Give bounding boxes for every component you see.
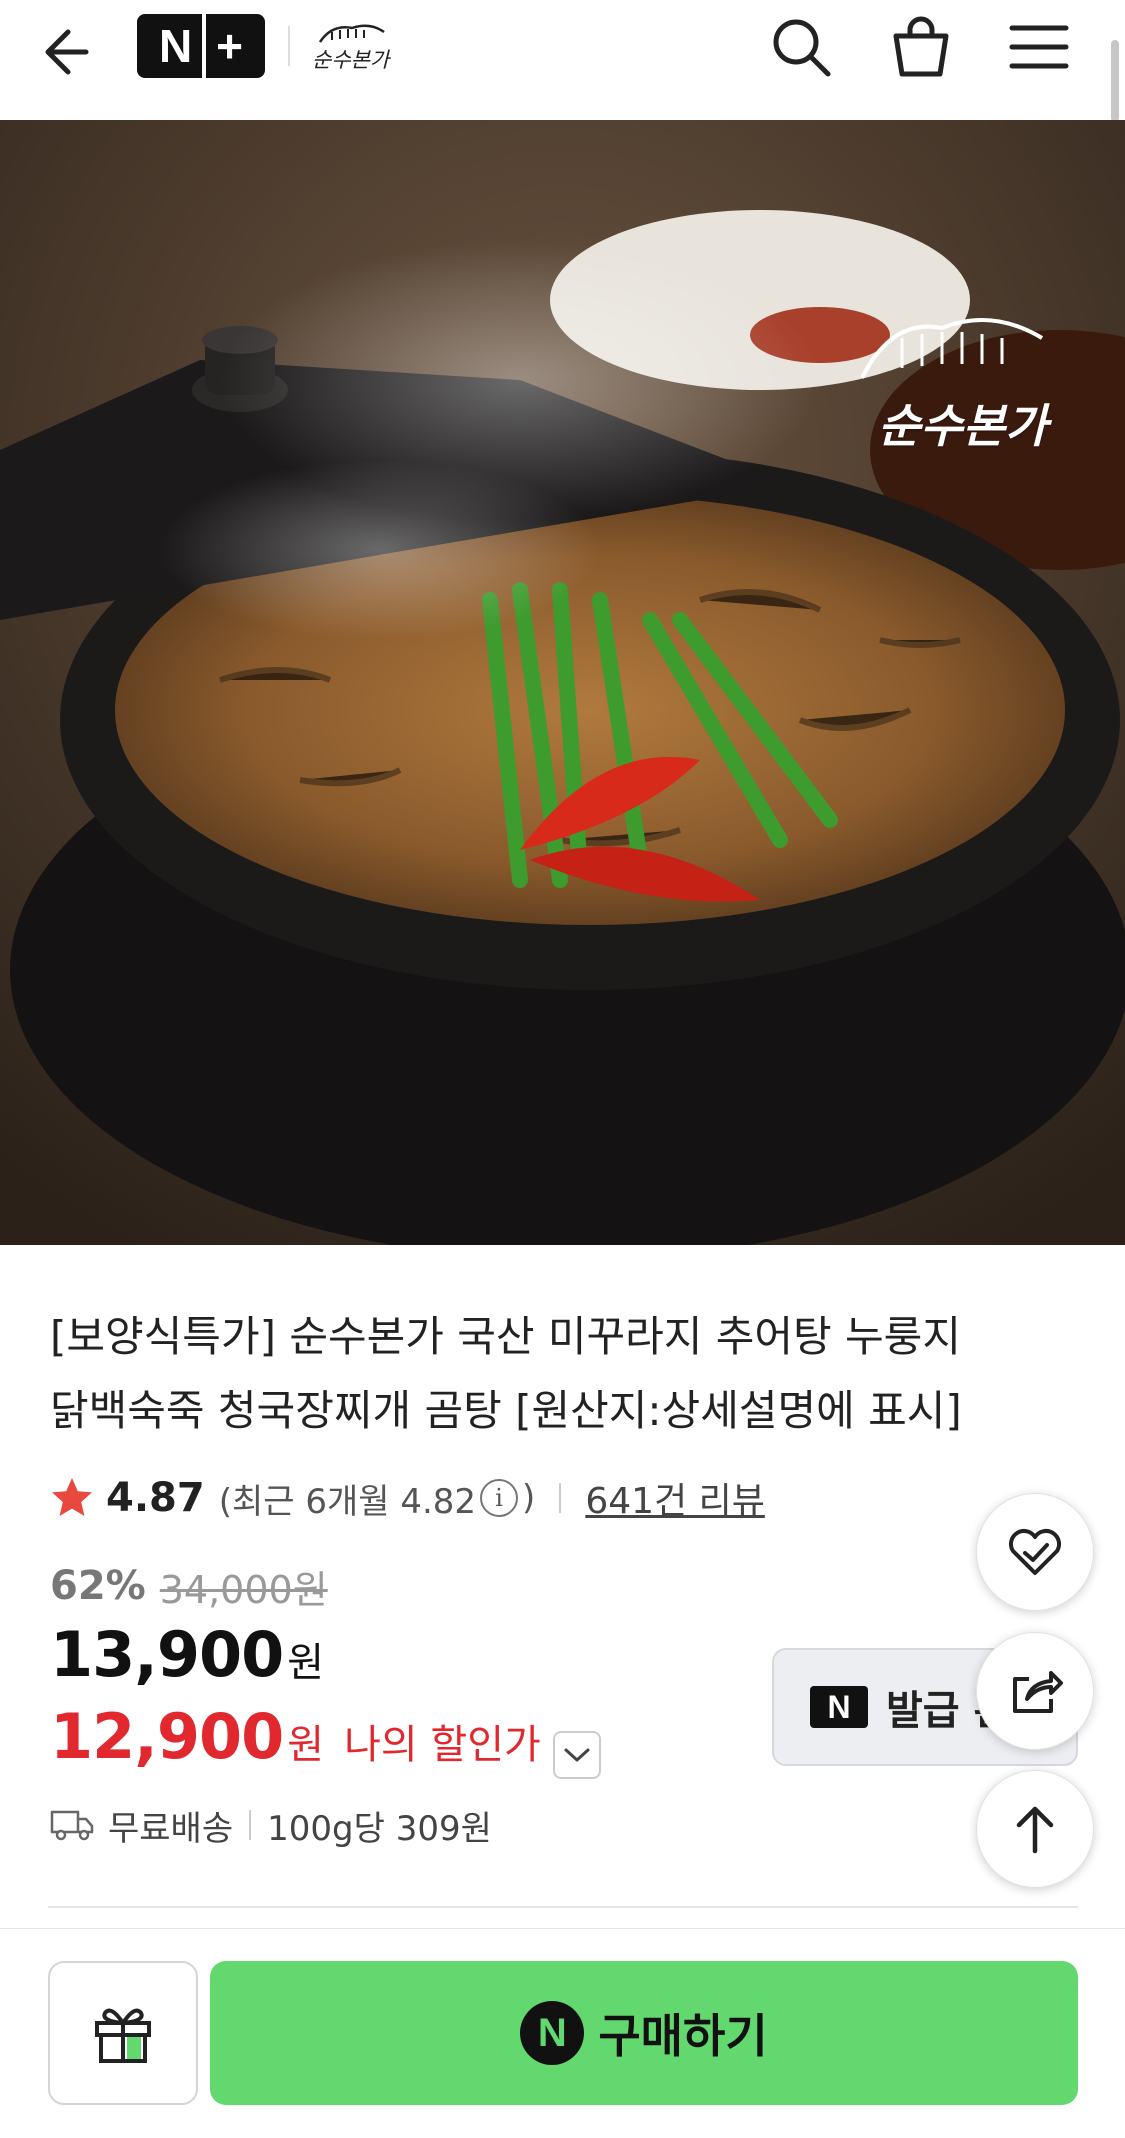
my-price-label: 나의 할인가 [344, 1722, 541, 1768]
scroll-top-button[interactable] [976, 1770, 1094, 1888]
product-image-carousel[interactable]: 순수본가 1 / 7 [0, 120, 1125, 1245]
buy-button[interactable]: N 구매하기 [210, 1961, 1078, 2105]
recent-rating: (최근 6개월 4.82 i ) [219, 1474, 536, 1523]
product-photo [0, 120, 1125, 1245]
discount-row: 62% 34,000원 [50, 1558, 328, 1614]
search-icon[interactable] [768, 14, 834, 80]
nplus-separator [202, 14, 207, 78]
rating-value: 4.87 [106, 1475, 205, 1521]
shipping-text: 무료배송 [108, 1808, 234, 1849]
recent-rating-close: ) [522, 1478, 536, 1518]
sale-price-unit: 원 [287, 1640, 325, 1686]
my-price-value: 12,900 [50, 1700, 284, 1773]
top-header: N + 순수본가 [0, 0, 1125, 120]
gift-icon [95, 2008, 151, 2063]
naver-plus-logo[interactable]: N + [137, 14, 265, 78]
my-price-unit: 원 [287, 1722, 325, 1768]
hero-brand-watermark: 순수본가 [852, 298, 1072, 453]
rating-row: 4.87 (최근 6개월 4.82 i ) 641건 리뷰 [50, 1470, 765, 1526]
original-price: 34,000원 [159, 1567, 328, 1612]
hero-brand-text: 순수본가 [878, 399, 1048, 453]
nplus-plus: + [216, 20, 244, 72]
bottom-action-bar: N 구매하기 [0, 1928, 1125, 2138]
naver-pay-n-icon: N [520, 2001, 585, 2065]
chevron-down-icon[interactable] [552, 1731, 601, 1779]
recent-rating-text: (최근 6개월 4.82 [218, 1481, 477, 1522]
shipping-divider [249, 1810, 252, 1840]
review-count-link[interactable]: 641건 리뷰 [585, 1472, 765, 1524]
hamburger-menu-icon[interactable] [1006, 14, 1072, 80]
unit-price: 100g당 309원 [267, 1808, 492, 1849]
star-icon [52, 1478, 92, 1516]
hero-brand-mark [860, 318, 1044, 379]
arrow-up-icon [1016, 1806, 1054, 1854]
share-icon [1013, 1671, 1063, 1713]
naver-n-icon: N [810, 1686, 868, 1728]
shopping-bag-icon[interactable] [888, 14, 954, 80]
like-button[interactable] [976, 1493, 1094, 1611]
info-icon[interactable]: i [480, 1479, 519, 1517]
chevron-down-glyph [564, 1748, 590, 1762]
shipping-row: 무료배송 100g당 309원 [50, 1800, 492, 1850]
discount-percent: 62% [50, 1563, 146, 1609]
gift-button[interactable] [48, 1961, 198, 2105]
brand-logo-text: 순수본가 [312, 48, 390, 72]
brand-logo[interactable]: 순수본가 [312, 18, 392, 74]
truck-icon [50, 1810, 94, 1841]
buy-button-label: 구매하기 [598, 2009, 768, 2063]
share-button[interactable] [976, 1632, 1094, 1750]
back-arrow-icon[interactable] [40, 20, 104, 84]
scrollbar[interactable] [1111, 40, 1119, 122]
header-divider [288, 26, 290, 66]
sale-price: 13,900 원 [50, 1618, 324, 1698]
my-discount-price: 12,900 원 나의 할인가 [50, 1700, 601, 1780]
sale-price-value: 13,900 [50, 1618, 284, 1691]
rating-divider [559, 1483, 562, 1513]
product-title: [보양식특가] 순수본가 국산 미꾸라지 추어탕 누룽지 닭백숙죽 청국장찌개 … [50, 1312, 962, 1435]
nplus-n: N [158, 20, 193, 72]
section-divider [48, 1906, 1078, 1908]
heart-check-icon [1009, 1529, 1061, 1575]
